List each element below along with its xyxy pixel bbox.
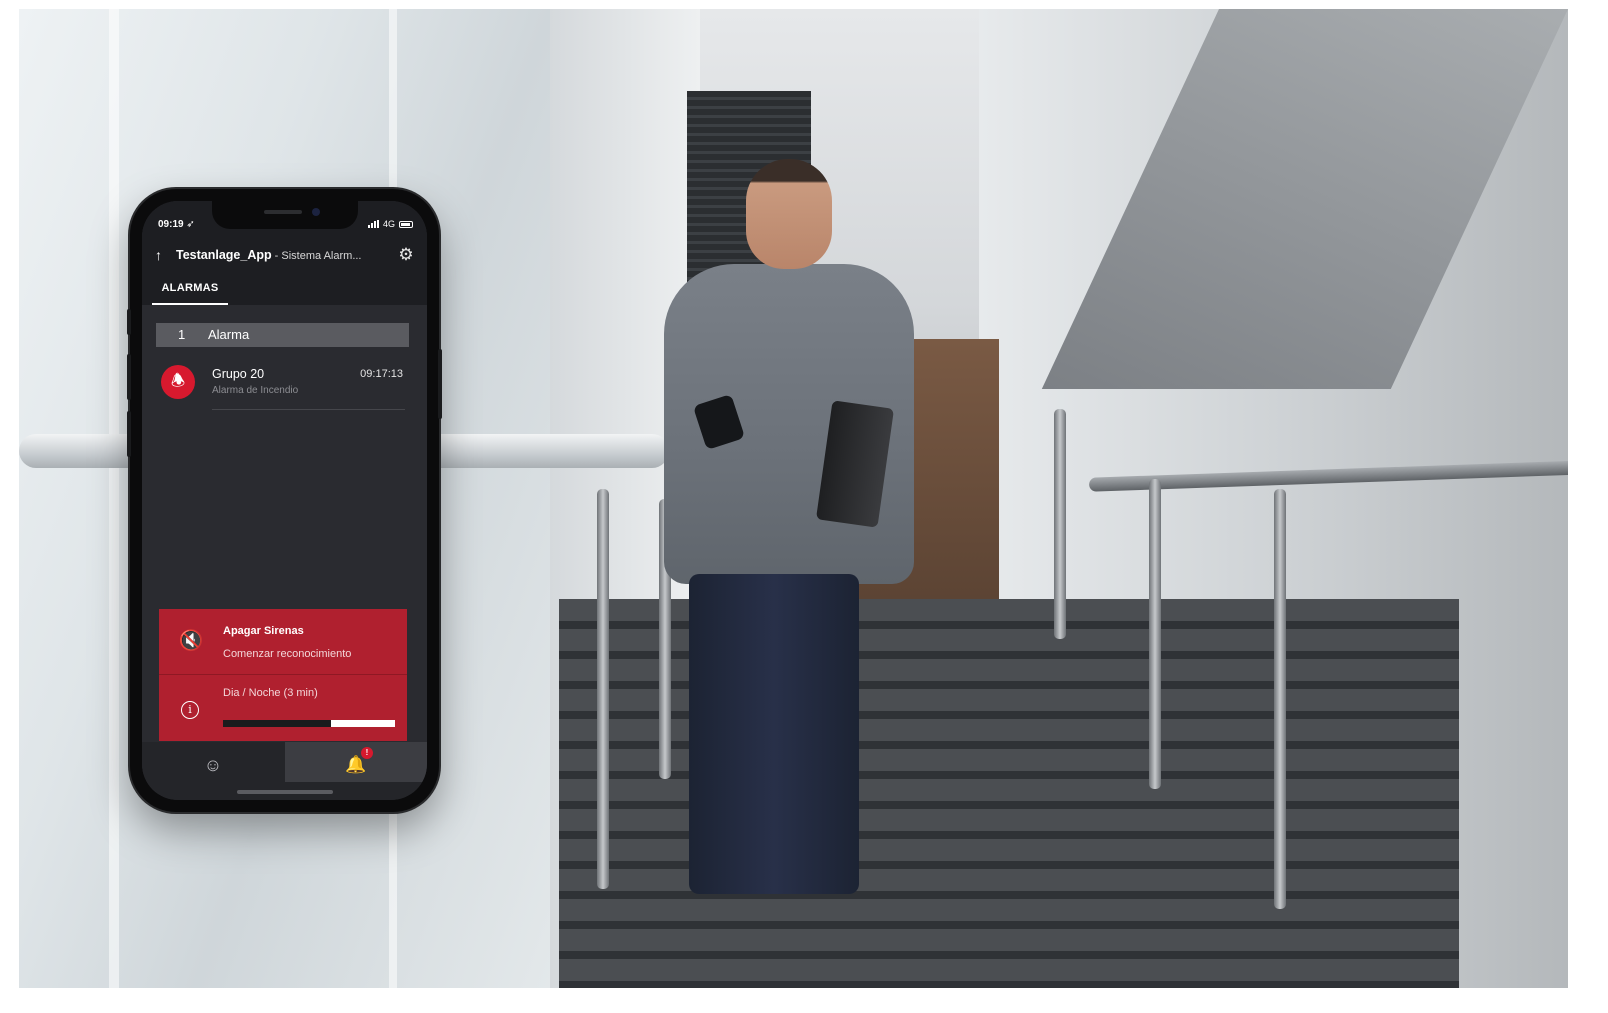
tab-alarmas[interactable]: ALARMAS [152, 277, 228, 305]
gear-icon[interactable]: ⚙ [397, 246, 415, 264]
alarm-count: 1 [178, 327, 186, 342]
status-indicators: 4G [367, 219, 413, 229]
rail-post [1149, 479, 1161, 789]
home-indicator[interactable] [237, 790, 333, 794]
silence-sirens-button[interactable]: 🔇 Apagar Sirenas Comenzar reconocimiento [159, 609, 407, 675]
nav-tab-alarms[interactable]: 🔔 ! [285, 742, 427, 782]
alarm-time: 09:17:13 [360, 368, 403, 380]
alarm-list-item[interactable]: 🕭 Grupo 20 Alarma de Incendio 09:17:13 [142, 359, 427, 413]
day-night-button[interactable]: i Dia / Noche (3 min) [159, 675, 407, 741]
battery-icon [399, 220, 413, 228]
page-title: Testanlage_App - Sistema Alarm... [176, 248, 362, 262]
rail-post [1054, 409, 1066, 639]
phone-mockup: 09:19 ➶ 4G ↑ Testanlage_App - Sistema Al… [127, 189, 442, 812]
notification-badge: ! [361, 747, 373, 759]
alarm-type: Alarma de Incendio [212, 385, 299, 396]
status-time: 09:19 ➶ [158, 219, 195, 230]
progress-fill [223, 720, 332, 727]
user-icon: ☺ [203, 755, 223, 775]
nav-tab-users[interactable]: ☺ [142, 742, 284, 782]
action-panel: 🔇 Apagar Sirenas Comenzar reconocimiento… [159, 609, 407, 741]
alarm-group-name: Grupo 20 [212, 367, 265, 381]
bottom-nav: ☺ 🔔 ! [142, 742, 427, 800]
rail-post [1274, 489, 1286, 909]
phone-screen: 09:19 ➶ 4G ↑ Testanlage_App - Sistema Al… [142, 201, 427, 800]
day-night-progress [223, 720, 395, 727]
back-arrow-icon[interactable]: ↑ [155, 247, 171, 263]
info-icon: i [181, 701, 199, 719]
alarm-count-bar: 1 Alarma [156, 323, 409, 347]
acknowledge-subtitle: Comenzar reconocimiento [223, 648, 352, 660]
app-header: ↑ Testanlage_App - Sistema Alarm... ⚙ AL… [142, 237, 427, 305]
divider [212, 409, 405, 410]
alarm-count-label: Alarma [208, 327, 250, 342]
rail-post [597, 489, 609, 889]
person-walking [644, 159, 934, 899]
signal-icon [367, 220, 379, 228]
notch [212, 201, 358, 229]
fire-alarm-icon: 🕭 [161, 365, 195, 399]
network-type: 4G [382, 219, 395, 229]
day-night-label: Dia / Noche (3 min) [223, 687, 318, 699]
siren-off-icon: 🔇 [178, 630, 204, 652]
silence-sirens-title: Apagar Sirenas [223, 625, 304, 637]
